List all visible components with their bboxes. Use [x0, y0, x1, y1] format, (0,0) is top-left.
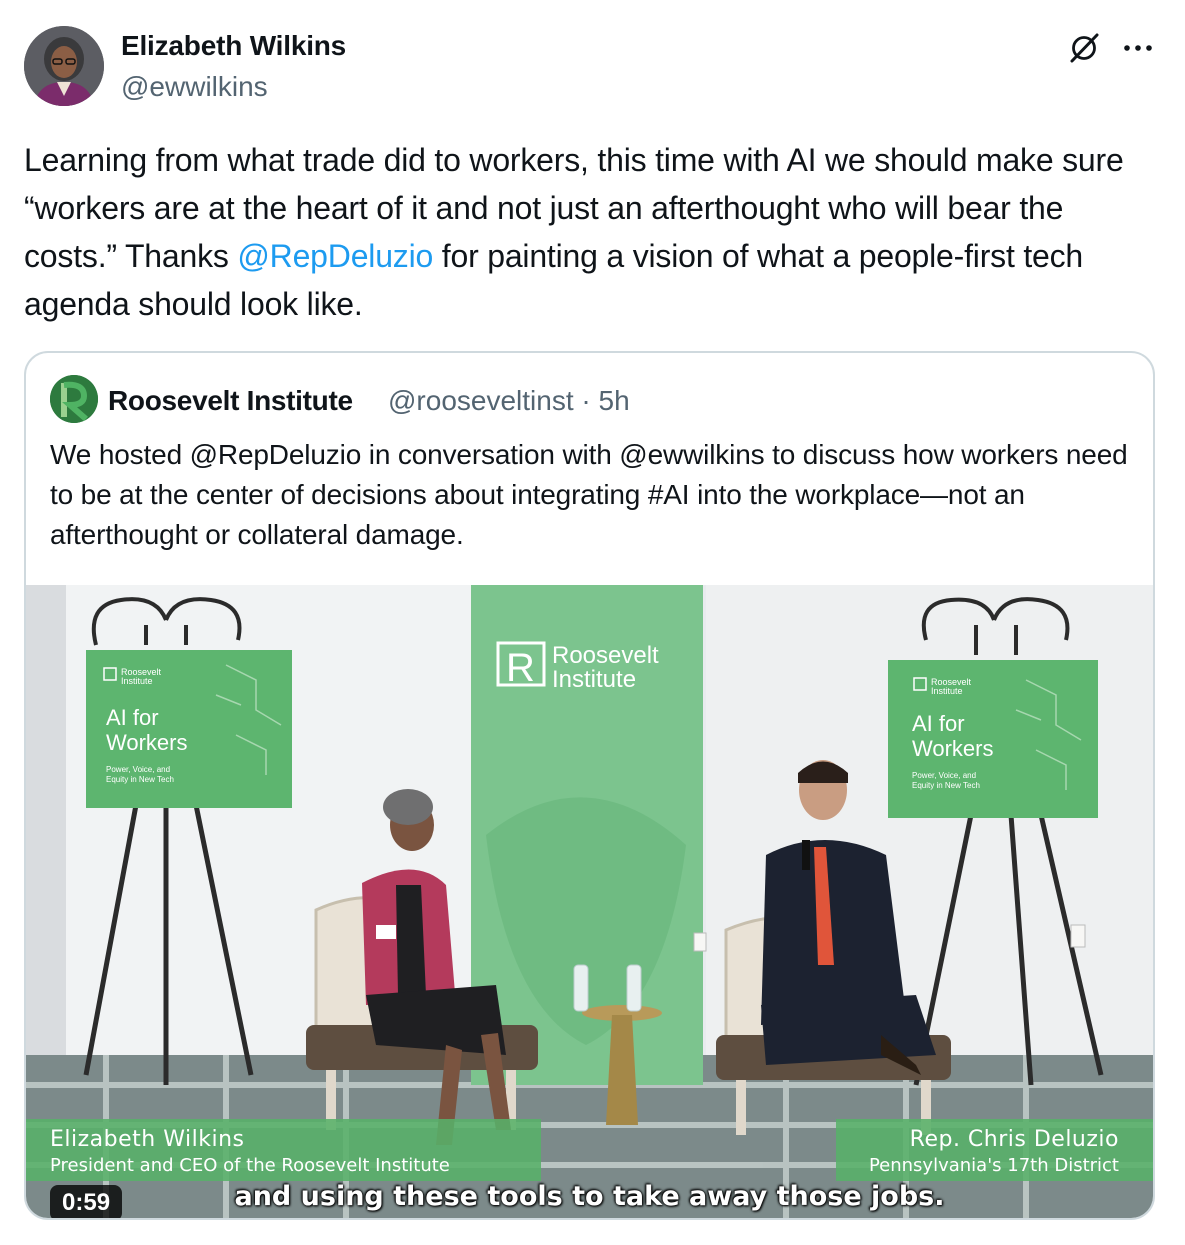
left-sign-sub-line2: Equity in New Tech	[106, 775, 174, 784]
right-sign-title-line1: AI for	[912, 711, 965, 736]
banner-brand-line1: Roosevelt	[552, 642, 659, 669]
right-sign-title-line2: Workers	[912, 736, 994, 761]
left-sign-sub-line1: Power, Voice, and	[106, 765, 170, 774]
speaker-right-title: Pennsylvania's 17th District	[868, 1155, 1119, 1176]
speaker-left-name: Elizabeth Wilkins	[50, 1127, 245, 1152]
mention-link[interactable]: @RepDeluzio	[237, 238, 433, 274]
video-duration-badge: 0:59	[50, 1185, 123, 1218]
lower-third-right: Rep. Chris Deluzio Pennsylvania's 17th D…	[836, 1119, 1153, 1181]
lower-third-left: Elizabeth Wilkins President and CEO of t…	[26, 1119, 541, 1181]
left-sign-title-line2: Workers	[106, 730, 188, 755]
more-icon[interactable]	[1118, 28, 1158, 68]
author-handle[interactable]: @ewwilkins	[121, 71, 268, 103]
right-sign-sub-line1: Power, Voice, and	[912, 771, 976, 780]
quoted-tweet-text: We hosted @RepDeluzio in conversation wi…	[50, 439, 1128, 550]
video-player[interactable]: R Roosevelt Institute Roosevelt Institut…	[26, 585, 1153, 1218]
quoted-author-name[interactable]: Roosevelt Institute	[108, 385, 353, 417]
quoted-tweet-card[interactable]: Roosevelt Institute @rooseveltinst · 5h …	[24, 351, 1155, 1220]
right-sign-brand-line2: Institute	[931, 686, 963, 696]
speaker-right-name: Rep. Chris Deluzio	[909, 1127, 1119, 1152]
grok-icon[interactable]	[1064, 28, 1104, 68]
left-sign-brand-line2: Institute	[121, 676, 153, 686]
left-sign-title-line1: AI for	[106, 705, 159, 730]
author-name[interactable]: Elizabeth Wilkins	[121, 30, 346, 62]
banner-brand-line2: Institute	[552, 666, 636, 693]
roosevelt-logo-avatar[interactable]	[50, 375, 98, 423]
tweet-text: Learning from what trade did to workers,…	[24, 136, 1134, 328]
speaker-left-title: President and CEO of the Roosevelt Insti…	[50, 1155, 450, 1176]
video-caption: and using these tools to take away those…	[234, 1181, 945, 1212]
right-sign-sub-line2: Equity in New Tech	[912, 781, 980, 790]
author-avatar[interactable]	[24, 26, 104, 106]
avatar-image	[24, 26, 104, 106]
svg-text:R: R	[506, 646, 535, 690]
quoted-author-meta[interactable]: @rooseveltinst · 5h	[388, 385, 630, 417]
